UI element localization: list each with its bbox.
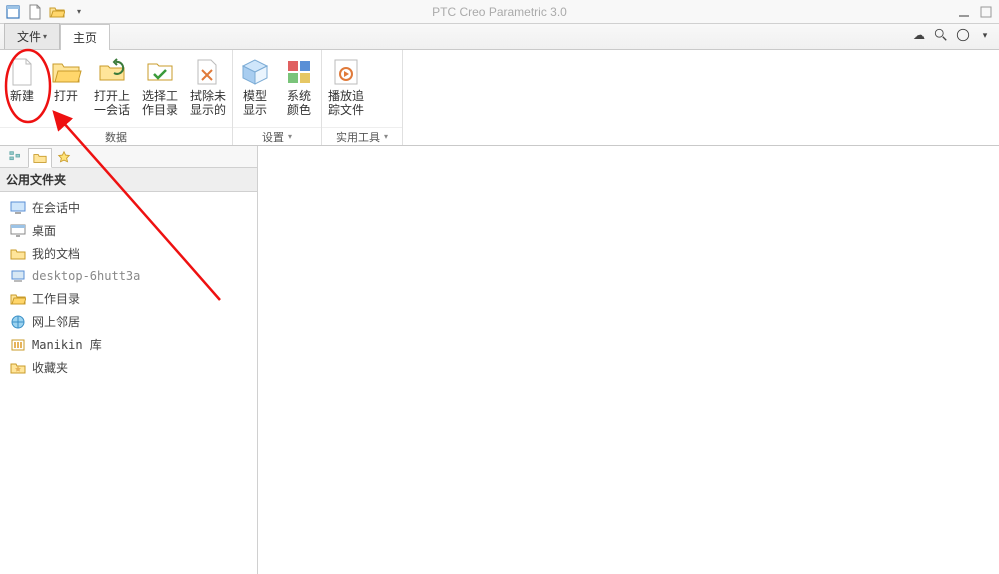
- tree-item-label: desktop-6hutt3a: [32, 269, 140, 283]
- sidebar-tab-folders[interactable]: [28, 148, 52, 168]
- tree-item-in-session[interactable]: 在会话中: [6, 196, 251, 219]
- tab-file-label: 文件: [17, 28, 41, 45]
- user-dropdown-icon[interactable]: [955, 27, 971, 43]
- search-icon[interactable]: [933, 27, 949, 43]
- tree-item-label: 网上邻居: [32, 313, 80, 330]
- system-colors-label: 系统 颜色: [287, 90, 311, 118]
- select-working-dir-button[interactable]: 选择工 作目录: [136, 54, 184, 127]
- desktop-icon: [10, 223, 26, 239]
- play-trail-label: 播放追 踪文件: [328, 90, 364, 118]
- caret-down-icon: ▾: [288, 132, 292, 141]
- tab-file[interactable]: 文件 ▾: [4, 23, 60, 49]
- select-wd-icon: [144, 56, 176, 88]
- ribbon-group-util-label: 实用工具▾: [322, 127, 402, 145]
- play-trail-icon: [330, 56, 362, 88]
- tree-item-desktop[interactable]: 桌面: [6, 219, 251, 242]
- caret-down-icon: ▾: [43, 32, 47, 41]
- cloud-icon[interactable]: ☁: [911, 27, 927, 43]
- window-controls: [957, 5, 999, 19]
- main-area: 公用文件夹 在会话中 桌面 我的文档 desktop-6hutt3a 工作目录: [0, 146, 999, 574]
- favorites-icon: [10, 360, 26, 376]
- content-pane: [258, 146, 999, 574]
- tree-item-label: Manikin 库: [32, 336, 102, 353]
- play-trail-file-button[interactable]: 播放追 踪文件: [322, 54, 370, 127]
- folder-open-icon: [10, 291, 26, 307]
- qat-dropdown-caret-icon[interactable]: ▾: [70, 3, 88, 21]
- new-button[interactable]: 新建: [0, 54, 44, 127]
- open-button[interactable]: 打开: [44, 54, 88, 127]
- app-title: PTC Creo Parametric 3.0: [432, 5, 567, 19]
- qat-new-file-icon[interactable]: [26, 3, 44, 21]
- computer-icon: [10, 268, 26, 284]
- ribbon-group-settings-label: 设置▾: [233, 127, 321, 145]
- ribbon: 新建 打开 打开上 一会话 选择工 作目录 拭除未 显示的 数据: [0, 50, 999, 146]
- new-file-icon: [6, 56, 38, 88]
- more-caret-icon[interactable]: ▾: [977, 27, 993, 43]
- system-colors-icon: [283, 56, 315, 88]
- select-wd-label: 选择工 作目录: [142, 90, 178, 118]
- qat-open-folder-icon[interactable]: [48, 3, 66, 21]
- sidebar: 公用文件夹 在会话中 桌面 我的文档 desktop-6hutt3a 工作目录: [0, 146, 258, 574]
- sidebar-header: 公用文件夹: [0, 168, 257, 192]
- tree-item-label: 收藏夹: [32, 359, 68, 376]
- ribbon-group-data: 新建 打开 打开上 一会话 选择工 作目录 拭除未 显示的 数据: [0, 50, 233, 145]
- title-bar: ▾ PTC Creo Parametric 3.0: [0, 0, 999, 24]
- tree-item-label: 工作目录: [32, 290, 80, 307]
- model-display-button[interactable]: 模型 显示: [233, 54, 277, 127]
- tree-item-working-dir[interactable]: 工作目录: [6, 287, 251, 310]
- tree-item-favorites[interactable]: 收藏夹: [6, 356, 251, 379]
- ribbon-group-utilities: 播放追 踪文件 实用工具▾: [322, 50, 403, 145]
- erase-icon: [192, 56, 224, 88]
- open-last-session-label: 打开上 一会话: [94, 90, 130, 118]
- caret-down-icon: ▾: [384, 132, 388, 141]
- quick-access-toolbar: ▾: [0, 3, 92, 21]
- sidebar-tab-favorites[interactable]: [52, 147, 76, 167]
- ribbon-group-settings: 模型 显示 系统 颜色 设置▾: [233, 50, 322, 145]
- tree-item-computer[interactable]: desktop-6hutt3a: [6, 265, 251, 287]
- tree-item-my-documents[interactable]: 我的文档: [6, 242, 251, 265]
- tab-home-label: 主页: [73, 29, 97, 46]
- model-display-label: 模型 显示: [243, 90, 267, 118]
- open-folder-icon: [50, 56, 82, 88]
- folder-icon: [10, 246, 26, 262]
- ribbon-group-data-label: 数据: [0, 127, 232, 145]
- tree-item-network[interactable]: 网上邻居: [6, 310, 251, 333]
- open-last-session-button[interactable]: 打开上 一会话: [88, 54, 136, 127]
- model-display-icon: [239, 56, 271, 88]
- minimize-icon[interactable]: [957, 5, 971, 19]
- open-button-label: 打开: [54, 90, 78, 104]
- tree-item-label: 我的文档: [32, 245, 80, 262]
- erase-label: 拭除未 显示的: [190, 90, 226, 118]
- tree-item-label: 桌面: [32, 222, 56, 239]
- sidebar-tabs: [0, 146, 257, 168]
- new-button-label: 新建: [10, 90, 34, 104]
- tree-item-manikin-lib[interactable]: Manikin 库: [6, 333, 251, 356]
- ribbon-tabstrip: 文件 ▾ 主页 ☁ ▾: [0, 24, 999, 50]
- erase-not-displayed-button[interactable]: 拭除未 显示的: [184, 54, 232, 127]
- sidebar-tab-tree[interactable]: [4, 147, 28, 167]
- qat-new-window-icon[interactable]: [4, 3, 22, 21]
- monitor-icon: [10, 200, 26, 216]
- open-last-session-icon: [96, 56, 128, 88]
- folder-tree: 在会话中 桌面 我的文档 desktop-6hutt3a 工作目录 网上邻居: [0, 192, 257, 574]
- library-icon: [10, 337, 26, 353]
- tab-home[interactable]: 主页: [60, 24, 110, 50]
- network-icon: [10, 314, 26, 330]
- maximize-icon[interactable]: [979, 5, 993, 19]
- system-colors-button[interactable]: 系统 颜色: [277, 54, 321, 127]
- tree-item-label: 在会话中: [32, 199, 80, 216]
